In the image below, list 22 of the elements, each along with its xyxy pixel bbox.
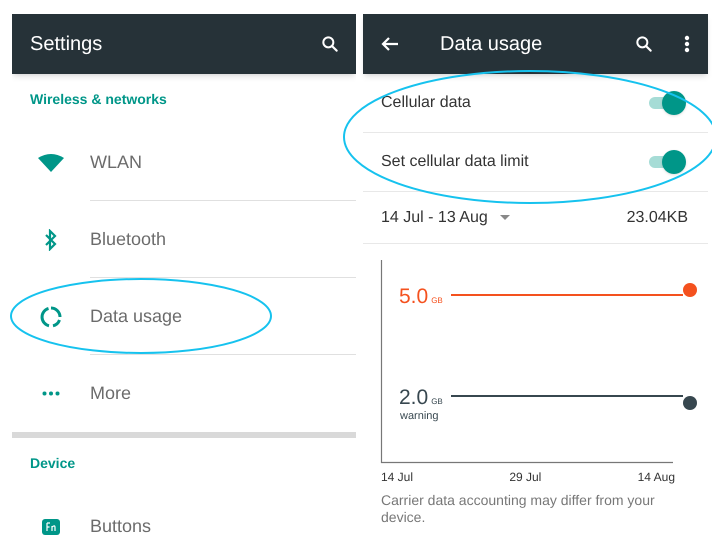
cycle-dropdown[interactable]: 14 Jul - 13 Aug: [381, 206, 510, 230]
section-header: Wireless & networks: [30, 90, 167, 108]
settings-item[interactable]: Data usage: [12, 278, 356, 355]
warning-value: 2.0: [399, 385, 428, 411]
section-header: Device: [30, 454, 76, 472]
warning-unit: GB: [431, 396, 443, 408]
setting-label: Set cellular data limit: [381, 152, 529, 172]
app-bar-title: Settings: [30, 32, 102, 57]
app-bar-title: Data usage: [440, 32, 544, 57]
warning-caption: warning: [400, 409, 439, 424]
limit-value: 5.0: [399, 284, 428, 310]
axis-label: 14 Jul: [381, 469, 414, 486]
limit-unit: GB: [431, 295, 443, 307]
axis-label: 29 Jul: [509, 469, 542, 486]
settings-item[interactable]: Buttons: [12, 488, 356, 541]
setting-label: Cellular data: [381, 93, 471, 113]
settings-item[interactable]: More: [12, 355, 356, 432]
settings-item[interactable]: Bluetooth: [12, 201, 356, 278]
usage-total: 23.04KB: [626, 208, 688, 228]
axis-label: 14 Aug: [638, 469, 675, 486]
disclaimer-text: Carrier data accounting may differ from your device.: [380, 492, 656, 526]
settings-item[interactable]: WLAN: [12, 124, 356, 201]
